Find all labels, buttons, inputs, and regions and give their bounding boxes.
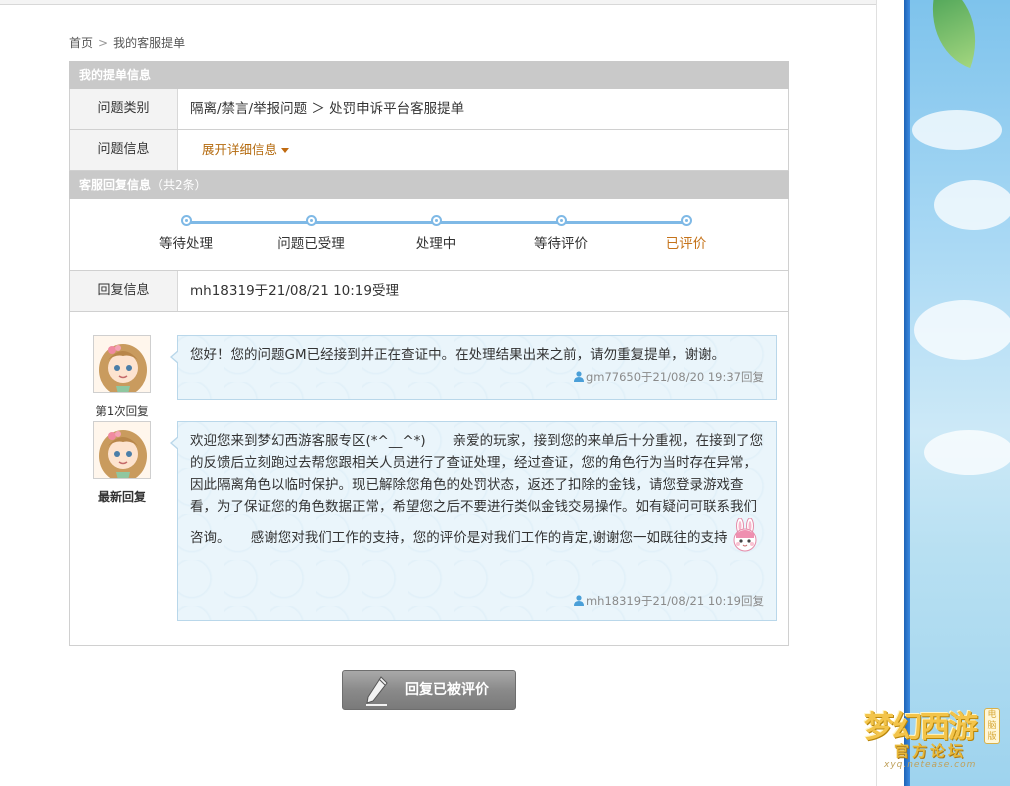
latest-reply-tag: 最新回复 xyxy=(97,490,146,504)
reply-section-title: 客服回复信息 xyxy=(79,178,152,192)
reply-info-label: 回复信息 xyxy=(70,271,178,311)
breadcrumb-home-link[interactable]: 首页 xyxy=(69,34,93,51)
step-dot-icon xyxy=(555,215,567,226)
category-row: 问题类别 隔离/禁言/举报问题 ＞ 处罚申诉平台客服提单 xyxy=(69,89,789,130)
reply-section-header: 客服回复信息（共2条） xyxy=(69,171,789,199)
ticket-section-header: 我的提单信息 xyxy=(69,61,789,89)
category-label: 问题类别 xyxy=(70,89,178,129)
leaf-decoration xyxy=(913,0,995,69)
logo-version-tag: 电脑版 xyxy=(984,708,1000,744)
step-label: 处理中 xyxy=(415,236,457,252)
step-label: 等待处理 xyxy=(159,236,213,252)
chevron-right-icon: > xyxy=(98,36,109,50)
reply-bubble: 您好！您的问题GM已经接到并正在查证中。在处理结果出来之前，请勿重复提单，谢谢。… xyxy=(170,335,777,400)
pen-icon xyxy=(366,676,388,706)
reply-author-time: gm77650于21/08/20 19:37回复 xyxy=(585,370,764,384)
forum-logo[interactable]: 梦幻西游 电脑版 官方论坛 xyq.netease.com xyxy=(862,700,1008,772)
step-processing: 处理中 xyxy=(376,215,496,252)
reply-tag: 第1次回复 xyxy=(95,404,149,418)
logo-sub-text: 官方论坛 xyxy=(894,742,967,760)
reply-info-row: 回复信息 mh18319于21/08/21 10:19受理 xyxy=(69,271,789,312)
step-rated: 已评价 xyxy=(626,215,746,252)
caret-down-icon xyxy=(281,148,290,153)
step-label: 等待评价 xyxy=(534,236,588,252)
gm-avatar xyxy=(93,421,151,479)
info-value: 展开详细信息 xyxy=(178,130,290,170)
cloud-decoration xyxy=(912,110,1002,150)
step-label: 已评价 xyxy=(665,236,707,252)
reply-list: 第1次回复 您好！您的问题GM已经接到并正在查证中。在处理结果出来之前，请勿重复… xyxy=(69,312,789,646)
user-icon xyxy=(573,595,584,606)
reply-bubble: 欢迎您来到梦幻西游客服专区(*^__^*) 亲爱的玩家，接到您的来单后十分重视，… xyxy=(170,421,777,621)
user-icon xyxy=(573,371,584,382)
step-dot-icon xyxy=(680,215,692,226)
content-right-edge xyxy=(876,0,904,786)
breadcrumb-current: 我的客服提单 xyxy=(113,36,186,50)
girl-avatar-icon xyxy=(94,422,150,478)
step-dot-icon xyxy=(305,215,317,226)
breadcrumb: 首页 > 我的客服提单 xyxy=(69,34,185,51)
expand-details-link[interactable]: 展开详细信息 xyxy=(202,142,290,157)
expand-details-label: 展开详细信息 xyxy=(202,142,278,157)
info-row: 问题信息 展开详细信息 xyxy=(69,130,789,171)
ticket-section-title: 我的提单信息 xyxy=(79,68,152,82)
reply-meta: mh18319于21/08/21 10:19回复 xyxy=(573,592,764,610)
girl-avatar-icon xyxy=(94,336,150,392)
step-label: 问题已受理 xyxy=(277,236,345,252)
gm-avatar xyxy=(93,335,151,393)
step-accepted: 问题已受理 xyxy=(251,215,371,252)
reply-count: （共2条） xyxy=(151,178,207,192)
bunny-emoticon-icon xyxy=(733,518,757,552)
reply-text: 欢迎您来到梦幻西游客服专区(*^__^*) 亲爱的玩家，接到您的来单后十分重视，… xyxy=(190,433,764,546)
reply-text-wrap: 欢迎您来到梦幻西游客服专区(*^__^*) 亲爱的玩家，接到您的来单后十分重视，… xyxy=(190,430,764,552)
decorative-sidebar-art xyxy=(904,0,1010,786)
status-progress: 等待处理 问题已受理 处理中 等待评价 已评价 xyxy=(69,199,789,271)
step-dot-icon xyxy=(430,215,442,226)
step-awaiting-rating: 等待评价 xyxy=(501,215,621,252)
category-value: 隔离/禁言/举报问题 ＞ 处罚申诉平台客服提单 xyxy=(190,101,465,117)
step-dot-icon xyxy=(180,215,192,226)
cloud-decoration xyxy=(934,180,1010,230)
info-label: 问题信息 xyxy=(70,130,178,170)
rated-button[interactable]: 回复已被评价 xyxy=(342,670,516,710)
top-border xyxy=(0,0,904,5)
reply-author-time: mh18319于21/08/21 10:19回复 xyxy=(585,594,764,608)
reply-meta: gm77650于21/08/20 19:37回复 xyxy=(190,368,764,386)
reply-info-value: mh18319于21/08/21 10:19受理 xyxy=(190,283,399,299)
logo-url: xyq.netease.com xyxy=(884,760,977,770)
ticket-panel: 我的提单信息 问题类别 隔离/禁言/举报问题 ＞ 处罚申诉平台客服提单 问题信息… xyxy=(69,61,789,646)
cloud-decoration xyxy=(924,430,1010,475)
sidebar-rail xyxy=(904,0,910,786)
reply-text: 您好！您的问题GM已经接到并正在查证中。在处理结果出来之前，请勿重复提单，谢谢。 xyxy=(190,347,726,363)
cloud-decoration xyxy=(914,300,1010,360)
step-waiting: 等待处理 xyxy=(126,215,246,252)
